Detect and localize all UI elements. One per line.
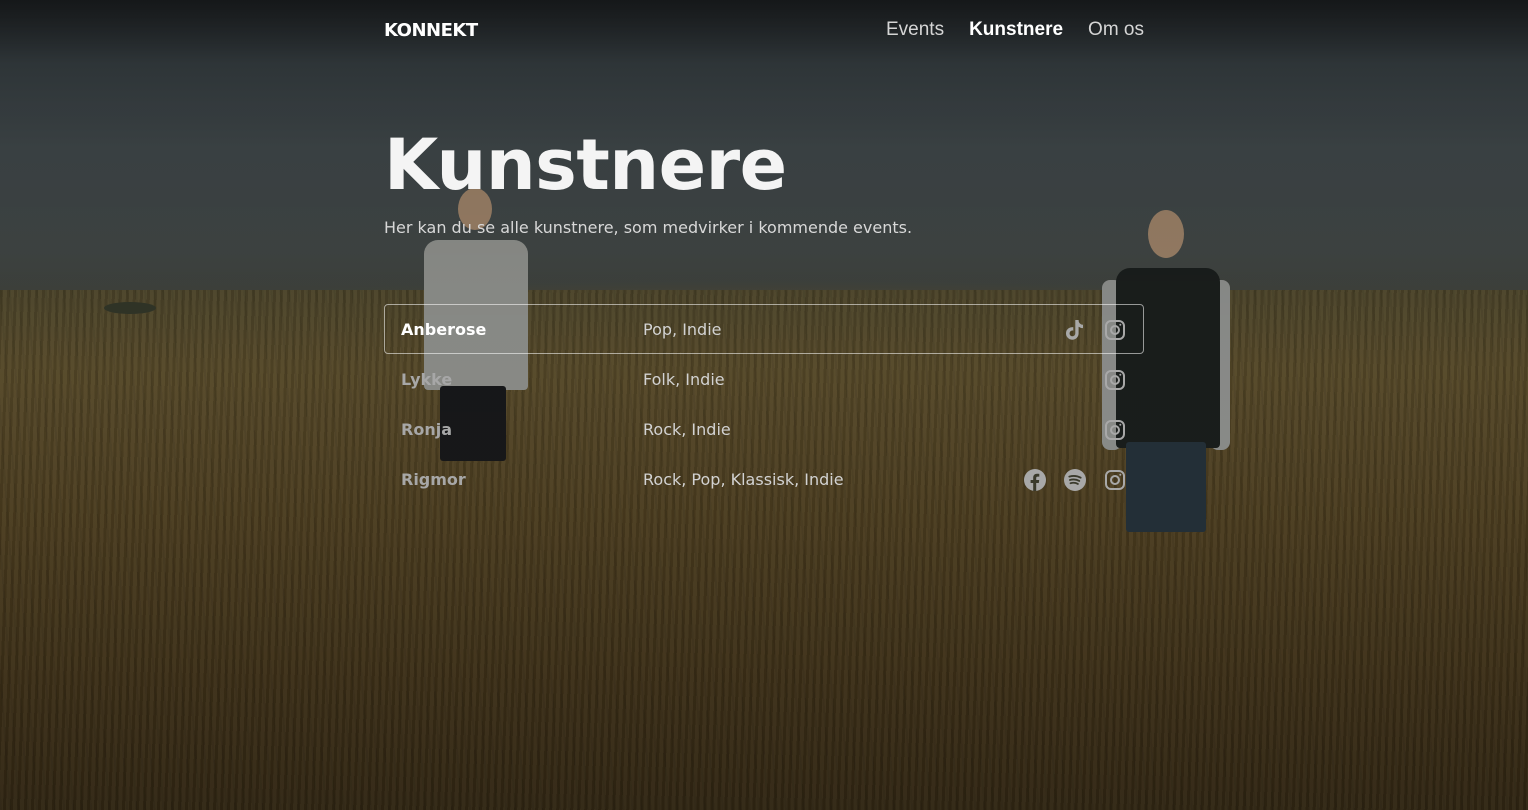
- artist-genres: Folk, Indie: [643, 369, 725, 389]
- instagram-icon[interactable]: [1103, 468, 1127, 492]
- page-subtitle: Her kan du se alle kunstnere, som medvir…: [384, 218, 913, 237]
- artist-row-lykke[interactable]: Lykke Folk, Indie: [384, 354, 1144, 404]
- tiktok-icon[interactable]: [1063, 318, 1087, 342]
- artist-genres: Pop, Indie: [643, 319, 722, 339]
- main-nav: Events Kunstnere Om os: [886, 19, 1144, 41]
- artist-social-links: [1063, 318, 1127, 342]
- artist-row-anberose[interactable]: Anberose Pop, Indie: [384, 304, 1144, 354]
- site-header: KONNEKT Events Kunstnere Om os: [384, 16, 1144, 44]
- artist-social-links: [1103, 368, 1127, 392]
- artist-name: Anberose: [401, 319, 487, 339]
- artist-genres: Rock, Pop, Klassisk, Indie: [643, 469, 844, 489]
- artist-row-ronja[interactable]: Ronja Rock, Indie: [384, 404, 1144, 454]
- artist-social-links: [1023, 468, 1127, 492]
- artist-name: Lykke: [401, 369, 453, 389]
- artist-list: Anberose Pop, Indie Lykke Folk, Indie Ro…: [384, 304, 1144, 504]
- instagram-icon[interactable]: [1103, 418, 1127, 442]
- nav-link-om-os[interactable]: Om os: [1088, 19, 1144, 41]
- artist-row-rigmor[interactable]: Rigmor Rock, Pop, Klassisk, Indie: [384, 454, 1144, 504]
- spotify-icon[interactable]: [1063, 468, 1087, 492]
- site-logo[interactable]: KONNEKT: [384, 20, 478, 41]
- artist-genres: Rock, Indie: [643, 419, 731, 439]
- artist-name: Rigmor: [401, 469, 466, 489]
- nav-link-kunstnere[interactable]: Kunstnere: [969, 19, 1063, 41]
- artist-name: Ronja: [401, 419, 452, 439]
- artist-social-links: [1103, 418, 1127, 442]
- instagram-icon[interactable]: [1103, 368, 1127, 392]
- page-title: Kunstnere: [384, 124, 787, 206]
- nav-link-events[interactable]: Events: [886, 19, 944, 41]
- facebook-icon[interactable]: [1023, 468, 1047, 492]
- instagram-icon[interactable]: [1103, 318, 1127, 342]
